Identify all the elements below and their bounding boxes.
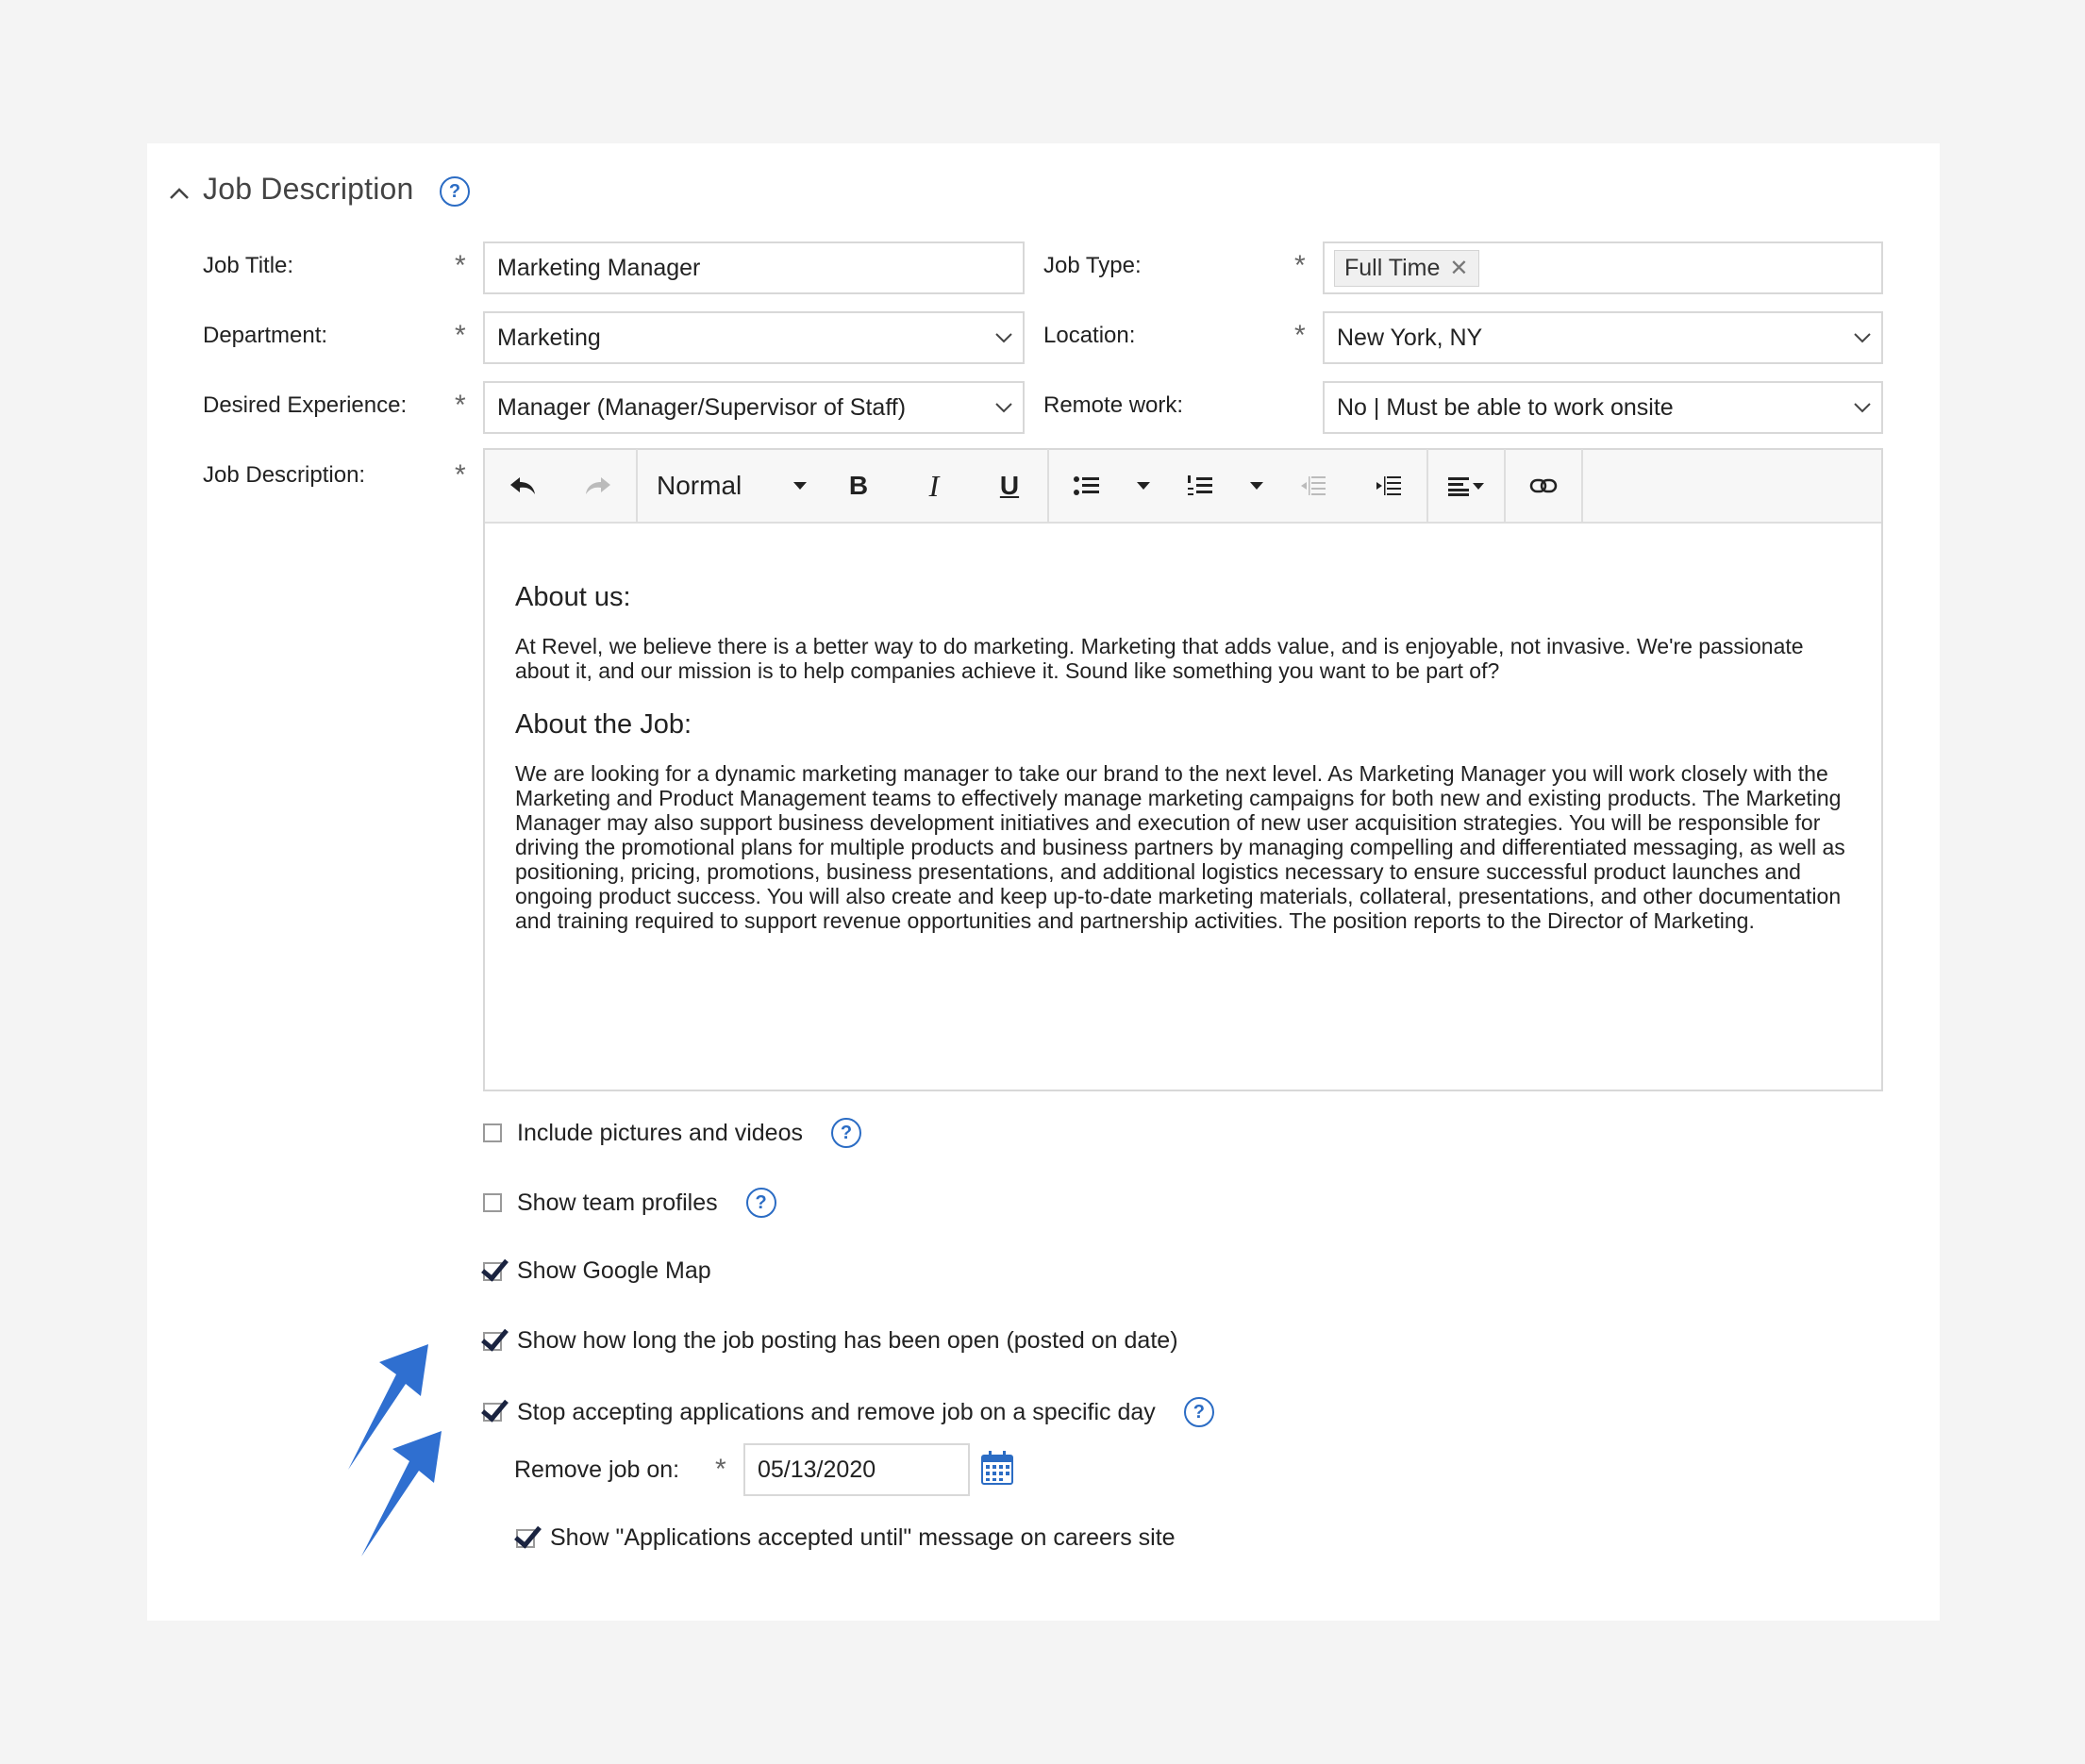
undo-icon[interactable] [485, 449, 560, 523]
stop-accepting-checkbox[interactable] [483, 1403, 502, 1422]
job-type-multiselect[interactable]: Full Time ✕ [1323, 241, 1883, 294]
option-label: Stop accepting applications and remove j… [517, 1398, 1156, 1425]
remove-job-label: Remove job on: [514, 1456, 680, 1483]
chevron-down-icon [1843, 402, 1881, 413]
location-label: Location: [1043, 323, 1136, 348]
option-label: Show Google Map [517, 1257, 711, 1284]
numbered-list-icon[interactable] [1162, 449, 1238, 523]
posted-date-checkbox[interactable] [483, 1331, 502, 1351]
remove-chip-icon[interactable]: ✕ [1449, 255, 1468, 282]
content-paragraph: We are looking for a dynamic marketing m… [515, 761, 1845, 933]
list-group [1049, 449, 1428, 523]
required-mark: * [455, 250, 466, 281]
remove-date-input[interactable]: 05/13/2020 [743, 1443, 970, 1496]
editor-toolbar: Normal B I U [485, 449, 1881, 524]
caret-down-icon[interactable] [1125, 449, 1162, 523]
help-icon[interactable]: ? [830, 1118, 861, 1148]
job-type-label: Job Type: [1043, 253, 1142, 278]
redo-icon[interactable] [560, 449, 636, 523]
pictures-checkbox[interactable] [483, 1123, 502, 1142]
help-icon[interactable]: ? [440, 176, 470, 207]
department-select[interactable]: Marketing [483, 311, 1025, 364]
chevron-down-icon [985, 332, 1023, 343]
option-posted-date[interactable]: Show how long the job posting has been o… [483, 1327, 1178, 1355]
required-mark: * [1294, 250, 1306, 281]
bold-button[interactable]: B [821, 449, 896, 523]
job-title-input[interactable]: Marketing Manager [483, 241, 1025, 294]
option-label: Show team profiles [517, 1189, 718, 1216]
align-icon[interactable] [1428, 449, 1504, 523]
help-icon[interactable]: ? [1183, 1397, 1214, 1427]
remote-work-label: Remote work: [1043, 392, 1184, 418]
chevron-up-icon[interactable] [166, 181, 192, 208]
required-mark: * [455, 320, 466, 351]
team-profiles-checkbox[interactable] [483, 1193, 502, 1212]
outdent-icon[interactable] [1276, 449, 1351, 523]
department-label: Department: [203, 323, 328, 348]
job-type-chip[interactable]: Full Time ✕ [1334, 249, 1479, 287]
help-icon[interactable]: ? [745, 1188, 776, 1218]
link-icon[interactable] [1506, 449, 1581, 523]
option-label: Show how long the job posting has been o… [517, 1327, 1178, 1354]
caret-down-icon [793, 482, 807, 490]
calendar-icon[interactable] [981, 1451, 1013, 1485]
link-group [1506, 449, 1583, 523]
experience-label: Desired Experience: [203, 392, 408, 418]
option-applications-accepted[interactable]: Show "Applications accepted until" messa… [516, 1524, 1176, 1552]
location-select[interactable]: New York, NY [1323, 311, 1883, 364]
option-team-profiles[interactable]: Show team profiles ? [483, 1188, 776, 1218]
editor-content[interactable]: About us: At Revel, we believe there is … [485, 524, 1881, 933]
content-heading: About us: [515, 582, 631, 612]
google-map-checkbox[interactable] [483, 1261, 502, 1281]
arrow-icon [361, 1431, 442, 1556]
option-label: Include pictures and videos [517, 1119, 803, 1146]
required-mark: * [1294, 320, 1306, 351]
bullet-list-icon[interactable] [1049, 449, 1125, 523]
caret-down-icon[interactable] [1238, 449, 1276, 523]
indent-icon[interactable] [1351, 449, 1426, 523]
required-mark: * [455, 390, 466, 421]
history-group [485, 449, 638, 523]
chevron-down-icon [985, 402, 1023, 413]
align-group [1428, 449, 1506, 523]
job-title-label: Job Title: [203, 253, 294, 278]
italic-button[interactable]: I [896, 449, 972, 523]
content-heading: About the Job: [515, 709, 692, 740]
format-group: Normal B I U [638, 449, 1049, 523]
chevron-down-icon [1843, 332, 1881, 343]
description-label: Job Description: [203, 462, 366, 488]
job-description-panel: Job Description ? Job Title: * Marketing… [147, 143, 1940, 1621]
option-google-map[interactable]: Show Google Map [483, 1257, 711, 1285]
remote-work-select[interactable]: No | Must be able to work onsite [1323, 381, 1883, 434]
option-stop-accepting[interactable]: Stop accepting applications and remove j… [483, 1397, 1214, 1427]
required-mark: * [455, 459, 466, 491]
section-title: Job Description [203, 172, 414, 206]
content-paragraph: At Revel, we believe there is a better w… [515, 634, 1804, 683]
applications-accepted-checkbox[interactable] [516, 1528, 535, 1548]
rich-text-editor[interactable]: Normal B I U About us: At Revel, we beli… [483, 448, 1883, 1091]
required-mark: * [715, 1454, 726, 1485]
format-select[interactable]: Normal [638, 471, 821, 501]
option-pictures[interactable]: Include pictures and videos ? [483, 1118, 861, 1148]
option-label: Show "Applications accepted until" messa… [550, 1524, 1176, 1551]
underline-button[interactable]: U [972, 449, 1047, 523]
experience-select[interactable]: Manager (Manager/Supervisor of Staff) [483, 381, 1025, 434]
